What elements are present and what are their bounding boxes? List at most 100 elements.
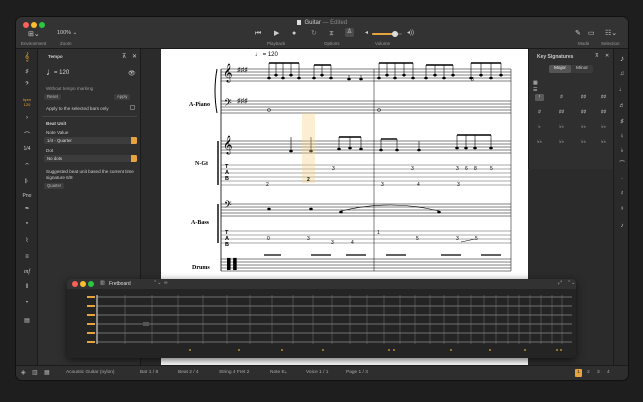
tab-number[interactable]: 3 [331, 240, 334, 246]
key-sig-cell[interactable]: ♯♯ [599, 109, 608, 116]
reset-button[interactable]: Reset [44, 94, 61, 100]
tab-number[interactable]: 3 [456, 166, 459, 172]
expand-icon[interactable]: ⤢ [558, 280, 562, 286]
notation-icon[interactable]: 𝄞 [20, 52, 34, 62]
key-sig-cell[interactable]: ♯♯ [599, 94, 608, 101]
page-button[interactable]: 4 [607, 370, 610, 375]
count-in-icon[interactable]: ⧗ [329, 30, 334, 37]
tab-number[interactable]: 5 [475, 236, 478, 242]
key-sig-cell[interactable]: ♭ [535, 124, 544, 131]
key-sig-cell[interactable]: ♯♯ [579, 94, 588, 101]
tab-number[interactable]: 0 [267, 236, 270, 242]
quarter-note-icon[interactable]: ♩ [615, 87, 628, 93]
key-sig-cell[interactable]: ♭♭ [557, 139, 566, 146]
pencil-icon[interactable]: ✎ [575, 30, 581, 37]
tab-number[interactable]: 6 [465, 166, 468, 172]
volume-knob[interactable] [392, 31, 398, 37]
natural-icon[interactable]: ♮ [615, 133, 628, 140]
view-icon[interactable]: ▭ [588, 30, 595, 37]
tempo-value[interactable]: = 120 [54, 70, 69, 76]
fretboard-window[interactable]: ▥ Fretboard ⌃⌄ ∞ ⤢ ⌃⌄ [67, 279, 576, 358]
tab-number[interactable]: 4 [351, 240, 354, 246]
pedal-icon[interactable]: 𝆮 [20, 207, 34, 214]
dot-icon[interactable]: · [615, 176, 628, 182]
accent-icon[interactable]: › [20, 115, 34, 121]
wah-icon[interactable]: 𝆯 [20, 222, 34, 229]
sharp-icon[interactable]: ♯ [615, 119, 628, 125]
close-panel-icon[interactable]: ✕ [605, 53, 609, 59]
key-sig-cell[interactable]: ♯ [557, 94, 566, 101]
major-minor-toggle[interactable]: Major Minor [549, 65, 593, 73]
tab-number[interactable]: 4 [417, 182, 420, 188]
track-name[interactable]: N-Gt [195, 161, 208, 167]
barline-icon[interactable]: ‖ [20, 284, 34, 290]
environment-button[interactable]: ⊞⌄ [28, 31, 40, 38]
metronome-button[interactable]: ♙ [345, 28, 354, 37]
tab-number[interactable]: 3 [456, 236, 459, 242]
key-sig-cell[interactable]: ♯ [535, 109, 544, 116]
zoom-window-button[interactable] [88, 281, 94, 287]
sixteenth-note-icon[interactable]: ♬ [615, 103, 628, 109]
key-sig-cell[interactable]: ♭♭ [599, 124, 608, 131]
instrument-label[interactable]: Acoustic Guitar (nylon) [66, 370, 115, 375]
dropdown-icon[interactable]: ⌃⌄ [153, 280, 161, 286]
chord-icon[interactable]: ▤ [20, 317, 34, 324]
tuplet-icon[interactable]: 1/4 [20, 146, 34, 152]
page-button[interactable]: 2 [587, 370, 590, 375]
suggested-chip[interactable]: Quarter [44, 183, 65, 189]
loop-icon[interactable]: ↻ [311, 30, 317, 37]
key-sig-cell[interactable]: ♯♯ [579, 109, 588, 116]
apply-button[interactable]: Apply [114, 94, 131, 100]
tab-number[interactable]: 1 [377, 230, 380, 236]
tab-number[interactable]: 8 [474, 166, 477, 172]
trill-icon[interactable]: ≡ [20, 254, 34, 260]
key-sig-cell-selected[interactable]: ♮ [535, 94, 544, 101]
grace-note-icon[interactable]: ♪ [615, 223, 628, 229]
key-sig-cell[interactable]: ♭♭ [579, 139, 588, 146]
key-sig-cell[interactable]: ♭♭ [599, 139, 608, 146]
tie-icon[interactable]: ⁀ [615, 161, 628, 168]
key-sig-cell[interactable]: ♭♭ [557, 124, 566, 131]
key-sig-cell[interactable]: ♭♭ [535, 139, 544, 146]
dynamics-tool[interactable]: mf [20, 269, 34, 275]
page-button[interactable]: 1 [575, 369, 582, 377]
minor-tab[interactable]: Minor [571, 65, 593, 73]
fermata-icon[interactable]: 𝄐 [20, 162, 34, 169]
tab-number[interactable]: 5 [490, 166, 493, 172]
major-tab[interactable]: Major [549, 65, 571, 73]
pin-icon[interactable]: ⊼ [122, 53, 126, 60]
track-name[interactable]: Drums [192, 265, 210, 271]
repeat-icon[interactable]: 𝄆 [20, 179, 34, 186]
tab-number[interactable]: 3 [411, 166, 414, 172]
slur-icon[interactable]: ⌒ [20, 130, 34, 139]
tab-number[interactable]: 2 [266, 182, 269, 188]
note-input-icon[interactable]: ♪ [615, 54, 628, 63]
triplet-icon[interactable]: ³ [615, 207, 628, 213]
apply-selected-checkbox[interactable] [130, 105, 135, 110]
coda-icon[interactable]: 𝄌 [20, 301, 34, 308]
layers-icon[interactable]: ◈ [21, 369, 26, 376]
dot-select[interactable]: No dots [44, 155, 137, 162]
mordent-icon[interactable]: ⌇ [20, 237, 34, 244]
link-icon[interactable]: ∞ [164, 280, 168, 286]
close-window-button[interactable] [72, 281, 78, 287]
selection-icon[interactable]: ☷⌄ [605, 30, 617, 37]
key-sig-cell[interactable]: ♭♭ [579, 124, 588, 131]
note-value-select[interactable]: 1/4 - Quarter [44, 137, 137, 144]
tab-number[interactable]: 2 [307, 177, 310, 183]
page-button[interactable]: 3 [597, 370, 600, 375]
tempo-tool[interactable]: bpm 120 [20, 97, 34, 107]
piano-keys-icon[interactable]: ▥ [32, 369, 38, 376]
grid-icon[interactable]: ▦ [44, 369, 50, 376]
close-panel-icon[interactable]: ✕ [132, 53, 137, 60]
minimize-window-button[interactable] [80, 281, 86, 287]
stepper-icon[interactable]: ⌃⌄ [567, 280, 575, 286]
record-icon[interactable]: ● [292, 30, 296, 37]
time-signature-icon[interactable]: ♯ [20, 69, 34, 75]
piano-label[interactable]: Pno [20, 193, 34, 199]
tab-number[interactable]: 3 [381, 182, 384, 188]
eighth-note-icon[interactable]: ♫ [615, 71, 628, 77]
volume-slider[interactable] [372, 31, 402, 37]
track-name[interactable]: A-Bass [191, 220, 209, 226]
rest-icon[interactable]: 𝄽 [615, 191, 628, 198]
